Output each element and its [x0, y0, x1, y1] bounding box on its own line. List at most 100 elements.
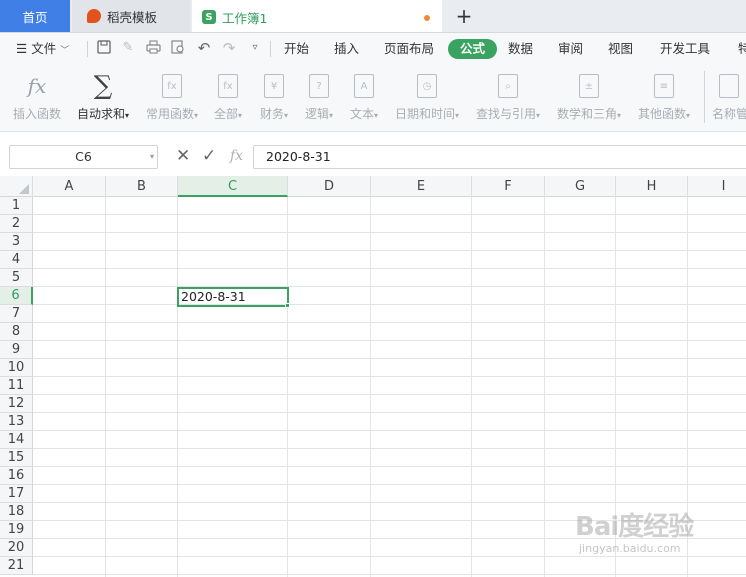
- formula-ribbon: fx 插入函数 ∑ 自动求和▾ fx 常用函数▾ fx 全部▾ ¥ 财务▾ ? …: [0, 65, 746, 132]
- name-manager-label: 名称管: [712, 107, 746, 121]
- menu-view[interactable]: 视图: [608, 39, 633, 59]
- row-header-7[interactable]: 7: [0, 305, 33, 323]
- redo-icon[interactable]: ↷: [221, 40, 237, 56]
- gridline: [33, 286, 746, 287]
- row-header-21[interactable]: 21: [0, 557, 33, 575]
- row-header-16[interactable]: 16: [0, 467, 33, 485]
- name-manager-icon: [719, 74, 739, 98]
- text-functions-button[interactable]: A 文本▾: [346, 71, 382, 122]
- row-header-10[interactable]: 10: [0, 359, 33, 377]
- file-menu[interactable]: ☰ 文件 ﹀: [16, 39, 69, 59]
- gridline: [33, 412, 746, 413]
- gridline: [33, 340, 746, 341]
- new-tab-button[interactable]: +: [452, 3, 476, 29]
- finance-label: 财务: [259, 107, 284, 121]
- logic-button[interactable]: ? 逻辑▾: [301, 71, 337, 122]
- menu-formula[interactable]: 公式: [448, 39, 498, 59]
- column-header-d[interactable]: D: [288, 176, 371, 197]
- row-header-19[interactable]: 19: [0, 521, 33, 539]
- divider: [270, 41, 271, 57]
- caret-down-icon: ▾: [194, 111, 199, 120]
- column-header-f[interactable]: F: [472, 176, 545, 197]
- row-header-15[interactable]: 15: [0, 449, 33, 467]
- row-header-5[interactable]: 5: [0, 269, 33, 287]
- insert-function-button[interactable]: fx 插入函数: [10, 71, 64, 122]
- row-header-4[interactable]: 4: [0, 251, 33, 269]
- autosum-button[interactable]: ∑ 自动求和▾: [74, 71, 132, 122]
- caret-down-icon: ▾: [125, 111, 130, 120]
- column-header-e[interactable]: E: [371, 176, 472, 197]
- menu-insert[interactable]: 插入: [334, 39, 359, 59]
- menu-page-layout[interactable]: 页面布局: [384, 39, 434, 59]
- math-button[interactable]: ± 数学和三角▾: [553, 71, 625, 122]
- gridline: [33, 358, 746, 359]
- row-header-14[interactable]: 14: [0, 431, 33, 449]
- formula-input[interactable]: 2020-8-31: [253, 145, 746, 169]
- hamburger-icon: ☰: [16, 41, 28, 56]
- tab-workbook-label: 工作簿1: [222, 10, 268, 26]
- common-functions-label: 常用函数: [145, 107, 194, 121]
- format-painter-icon[interactable]: ✎: [120, 40, 136, 56]
- column-header-h[interactable]: H: [616, 176, 688, 197]
- undo-icon[interactable]: ↶: [196, 40, 212, 56]
- row-header-13[interactable]: 13: [0, 413, 33, 431]
- caret-down-icon: ▾: [329, 111, 334, 120]
- menu-start[interactable]: 开始: [284, 39, 309, 59]
- caret-down-icon: ▾: [686, 111, 691, 120]
- tab-workbook[interactable]: S 工作簿1: [192, 0, 442, 32]
- column-header-a[interactable]: A: [33, 176, 106, 197]
- fx-icon[interactable]: fx: [230, 146, 243, 166]
- tab-home[interactable]: 首页: [0, 0, 70, 32]
- row-header-11[interactable]: 11: [0, 377, 33, 395]
- row-header-9[interactable]: 9: [0, 341, 33, 359]
- other-functions-label: 其他函数: [637, 107, 686, 121]
- print-preview-icon[interactable]: [170, 40, 186, 56]
- chevron-down-icon[interactable]: ▾: [150, 146, 154, 168]
- row-header-20[interactable]: 20: [0, 539, 33, 557]
- column-header-b[interactable]: B: [106, 176, 178, 197]
- save-icon[interactable]: [96, 40, 112, 56]
- math-label: 数学和三角: [556, 107, 617, 121]
- menu-data[interactable]: 数据: [508, 39, 533, 59]
- baidu-jingyan-watermark: Bai度经验 jingyan.baidu.com: [575, 498, 715, 566]
- all-functions-button[interactable]: fx 全部▾: [210, 71, 246, 122]
- name-manager-button[interactable]: 名称管: [712, 71, 746, 122]
- text-icon: A: [354, 74, 374, 98]
- menu-review[interactable]: 审阅: [558, 39, 583, 59]
- active-cell-c6[interactable]: 2020-8-31: [177, 287, 290, 308]
- fill-handle[interactable]: [285, 303, 290, 308]
- gridline: [33, 250, 746, 251]
- row-header-6[interactable]: 6: [0, 287, 33, 305]
- lookup-button[interactable]: ⌕ 查找与引用▾: [472, 71, 544, 122]
- math-icon: ±: [579, 74, 599, 98]
- common-functions-icon: fx: [162, 74, 182, 98]
- row-header-17[interactable]: 17: [0, 485, 33, 503]
- common-functions-button[interactable]: fx 常用函数▾: [142, 71, 202, 122]
- gridline: [33, 574, 746, 575]
- column-header-i[interactable]: I: [688, 176, 746, 197]
- column-header-g[interactable]: G: [545, 176, 616, 197]
- finance-button[interactable]: ¥ 财务▾: [256, 71, 292, 122]
- row-header-12[interactable]: 12: [0, 395, 33, 413]
- logic-label: 逻辑: [304, 107, 329, 121]
- name-box[interactable]: C6 ▾: [9, 145, 158, 169]
- gridline: [33, 430, 746, 431]
- menu-special[interactable]: 特: [738, 39, 746, 59]
- tab-template[interactable]: 稻壳模板: [72, 0, 190, 32]
- row-header-3[interactable]: 3: [0, 233, 33, 251]
- datetime-button[interactable]: ◷ 日期和时间▾: [391, 71, 463, 122]
- row-header-1[interactable]: 1: [0, 197, 33, 215]
- print-icon[interactable]: [145, 40, 161, 56]
- lookup-icon: ⌕: [498, 74, 518, 98]
- confirm-icon[interactable]: ✓: [202, 146, 216, 166]
- row-header-8[interactable]: 8: [0, 323, 33, 341]
- select-all-corner[interactable]: [0, 176, 33, 197]
- row-header-18[interactable]: 18: [0, 503, 33, 521]
- row-header-2[interactable]: 2: [0, 215, 33, 233]
- menu-developer[interactable]: 开发工具: [660, 39, 710, 59]
- cancel-icon[interactable]: ✕: [176, 146, 190, 166]
- customize-toolbar-icon[interactable]: ▿: [247, 40, 263, 56]
- other-functions-button[interactable]: ≡ 其他函数▾: [634, 71, 694, 122]
- all-functions-icon: fx: [218, 74, 238, 98]
- column-header-c[interactable]: C: [178, 176, 288, 197]
